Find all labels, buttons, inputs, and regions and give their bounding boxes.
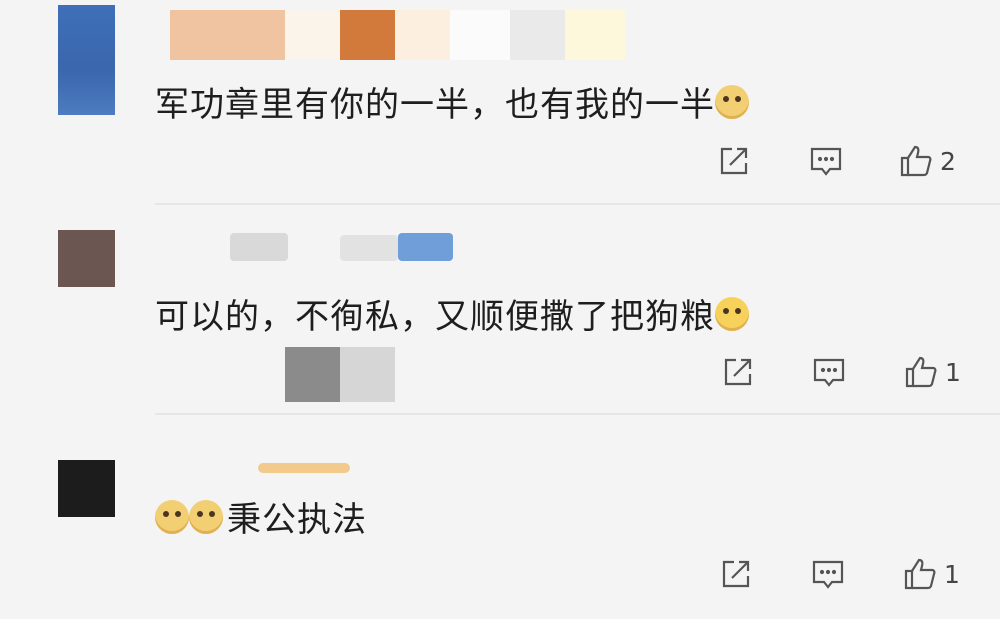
comment-text-content: 军功章里有你的一半，也有我的一半	[155, 85, 715, 125]
thumbs-up-icon	[900, 145, 932, 177]
doge-emoji	[155, 499, 189, 534]
shocked-emoji	[715, 296, 749, 331]
comment-item: 军功章里有你的一半，也有我的一半 2	[0, 0, 1000, 205]
share-icon	[724, 358, 752, 386]
comment-text: 军功章里有你的一半，也有我的一半	[155, 77, 749, 126]
share-icon	[722, 560, 750, 588]
username-redacted	[170, 10, 625, 60]
username-redacted	[340, 235, 398, 261]
comment-text-content: 秉公执法	[227, 500, 367, 540]
comment-actions: 1	[0, 552, 1000, 596]
reply-icon	[813, 358, 845, 387]
comment-item: 可以的，不徇私，又顺便撒了把狗粮 1	[0, 205, 1000, 415]
like-count: 1	[944, 559, 960, 589]
doge-emoji	[189, 499, 223, 534]
reply-button[interactable]	[811, 350, 847, 394]
comment-actions: 2	[0, 139, 1000, 183]
reply-button[interactable]	[810, 552, 846, 596]
avatar[interactable]	[58, 460, 115, 517]
thumbs-up-icon	[904, 558, 936, 590]
avatar[interactable]	[58, 5, 115, 115]
share-button[interactable]	[716, 139, 752, 183]
comment-actions: 1	[0, 350, 1000, 394]
comment-text-content: 可以的，不徇私，又顺便撒了把狗粮	[155, 297, 715, 337]
like-count: 1	[945, 357, 961, 387]
like-button[interactable]: 2	[898, 139, 956, 183]
username-redacted	[258, 463, 350, 473]
comment-text: 秉公执法	[155, 492, 367, 541]
reply-icon	[812, 560, 844, 589]
username-redacted	[398, 233, 453, 261]
reply-button[interactable]	[808, 139, 844, 183]
comment-item: 秉公执法 1	[0, 415, 1000, 619]
share-button[interactable]	[720, 350, 756, 394]
username-redacted	[230, 233, 288, 261]
thumbs-up-icon	[905, 356, 937, 388]
like-button[interactable]: 1	[903, 350, 961, 394]
doge-emoji	[715, 84, 749, 119]
like-button[interactable]: 1	[902, 552, 960, 596]
reply-icon	[810, 147, 842, 176]
comment-text: 可以的，不徇私，又顺便撒了把狗粮	[155, 289, 749, 338]
like-count: 2	[940, 146, 956, 176]
share-icon	[720, 147, 748, 175]
share-button[interactable]	[718, 552, 754, 596]
avatar[interactable]	[58, 230, 115, 287]
